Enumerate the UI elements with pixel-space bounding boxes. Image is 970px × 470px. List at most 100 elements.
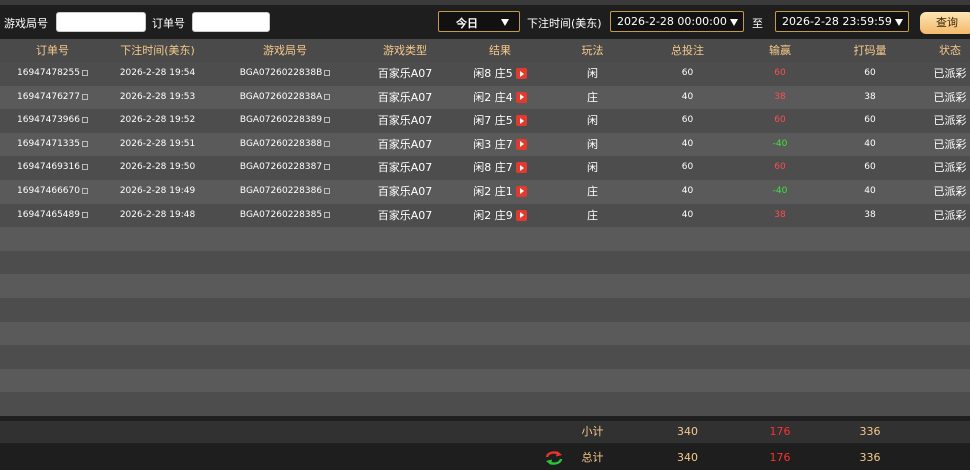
copy-icon[interactable] — [324, 70, 331, 76]
copy-icon[interactable] — [324, 93, 331, 100]
cell-bet: 40 — [640, 133, 735, 157]
table-header: 订单号 下注时间(美东) 游戏局号 游戏类型 结果 玩法 总投注 输赢 打码量 … — [0, 39, 970, 62]
end-time-select[interactable]: 2026-2-28 23:59:59 — [775, 11, 909, 32]
cell-play-text: 闲 — [587, 67, 598, 80]
cell-turnover: 60 — [825, 62, 915, 86]
cell-round-text: BGA0726022838A — [239, 91, 323, 102]
play-icon[interactable] — [515, 91, 527, 103]
cell-round: BGA07260228385 — [215, 204, 355, 228]
copy-icon[interactable] — [82, 187, 88, 194]
cell-time: 2026-2-28 19:53 — [100, 86, 215, 110]
cell-bet: 40 — [640, 180, 735, 204]
cell-order-text: 16947471335 — [17, 138, 80, 149]
copy-icon[interactable] — [324, 211, 331, 218]
cell-time: 2026-2-28 19:54 — [100, 62, 215, 86]
total-bet: 340 — [677, 451, 698, 464]
cell-play: 庄 — [545, 204, 640, 228]
copy-icon[interactable] — [324, 140, 331, 147]
play-icon[interactable] — [515, 162, 527, 174]
cell-winloss: 60 — [735, 156, 825, 180]
chevron-down-icon — [730, 19, 738, 26]
copy-icon[interactable] — [82, 93, 88, 100]
copy-icon[interactable] — [82, 140, 88, 147]
empty-row — [0, 368, 970, 393]
cell-round: BGA07260228388 — [215, 133, 355, 157]
cell-result: 闲3 庄7 — [455, 133, 545, 157]
cell-turnover-text: 60 — [864, 162, 876, 173]
cell-type-text: 百家乐A07 — [377, 184, 433, 198]
cell-play: 闲 — [545, 109, 640, 133]
copy-icon[interactable] — [82, 164, 88, 171]
table-body: 16947478255 2026-2-28 19:54 BGA0726022838B… — [0, 62, 970, 416]
cell-status-text: 已派彩 — [933, 114, 967, 128]
cell-winloss-text: 60 — [774, 162, 786, 173]
cell-status-text: 已派彩 — [933, 67, 967, 80]
cell-winloss: 60 — [735, 62, 825, 86]
end-time-value: 2026-2-28 23:59:59 — [782, 15, 892, 28]
cell-turnover: 60 — [825, 109, 915, 133]
table-row: 16947471335 2026-2-28 19:51 BGA07260228388… — [0, 132, 970, 157]
cell-turnover: 40 — [825, 133, 915, 157]
order-input[interactable] — [192, 12, 270, 32]
cell-play: 闲 — [545, 156, 640, 180]
cell-time-text: 2026-2-28 19:54 — [119, 68, 196, 78]
cell-type: 百家乐A07 — [355, 62, 455, 86]
cell-time-text: 2026-2-28 19:53 — [119, 91, 196, 102]
cell-result: 闲7 庄5 — [455, 109, 545, 133]
game-round-input[interactable] — [56, 12, 146, 32]
copy-icon[interactable] — [82, 211, 88, 218]
cell-bet-text: 40 — [681, 209, 694, 220]
cell-bet-text: 60 — [681, 115, 694, 126]
query-button[interactable]: 查询 — [920, 12, 970, 34]
cell-time: 2026-2-28 19:50 — [100, 156, 215, 180]
play-icon[interactable] — [515, 138, 527, 150]
cell-winloss-text: 38 — [774, 209, 786, 220]
cell-turnover-text: 38 — [864, 91, 876, 102]
subtotal-row: 小计 340 176 336 — [0, 421, 970, 443]
col-status: 状态 — [939, 44, 961, 57]
cell-bet-text: 60 — [681, 68, 694, 78]
cell-result-text: 闲2 庄4 — [473, 90, 513, 104]
filter-bar: 游戏局号 订单号 今日 下注时间(美东) 2026-2-28 00:00:00 … — [0, 5, 970, 39]
cell-order-text: 16947469316 — [17, 162, 80, 173]
cell-status-text: 已派彩 — [933, 184, 967, 198]
cell-turnover: 40 — [825, 180, 915, 204]
table-row: 16947476277 2026-2-28 19:53 BGA0726022838A… — [0, 85, 970, 110]
cell-time: 2026-2-28 19:49 — [100, 180, 215, 204]
cell-play-text: 闲 — [587, 137, 598, 151]
cell-type-text: 百家乐A07 — [377, 208, 433, 222]
cell-bet: 60 — [640, 62, 735, 86]
cell-result: 闲2 庄9 — [455, 204, 545, 228]
start-time-select[interactable]: 2026-2-28 00:00:00 — [610, 11, 744, 32]
cell-result-text: 闲2 庄9 — [473, 208, 513, 222]
cell-round: BGA07260228389 — [215, 109, 355, 133]
cell-type-text: 百家乐A07 — [377, 67, 433, 80]
play-icon[interactable] — [515, 209, 527, 221]
empty-row — [0, 392, 970, 416]
cell-play: 闲 — [545, 133, 640, 157]
cell-status: 已派彩 — [915, 204, 970, 228]
subtotal-bet: 340 — [677, 425, 698, 438]
cell-play-text: 庄 — [587, 208, 598, 222]
play-icon[interactable] — [515, 185, 527, 197]
copy-icon[interactable] — [324, 164, 331, 171]
subtotal-turnover: 336 — [859, 425, 881, 438]
play-icon[interactable] — [515, 68, 527, 79]
cell-winloss: 38 — [735, 86, 825, 110]
cell-bet-text: 40 — [681, 91, 694, 102]
cell-result: 闲8 庄5 — [455, 62, 545, 86]
copy-icon[interactable] — [82, 70, 88, 76]
cell-winloss: 60 — [735, 109, 825, 133]
copy-icon[interactable] — [324, 187, 331, 194]
cell-round-text: BGA07260228388 — [239, 138, 323, 149]
cell-turnover: 38 — [825, 204, 915, 228]
cell-type: 百家乐A07 — [355, 109, 455, 133]
cell-status: 已派彩 — [915, 180, 970, 204]
cell-turnover-text: 40 — [864, 185, 876, 196]
col-type: 游戏类型 — [383, 44, 427, 57]
copy-icon[interactable] — [82, 117, 88, 124]
play-icon[interactable] — [515, 115, 527, 127]
period-select[interactable]: 今日 — [438, 11, 520, 32]
copy-icon[interactable] — [324, 117, 331, 124]
cell-status: 已派彩 — [915, 62, 970, 86]
